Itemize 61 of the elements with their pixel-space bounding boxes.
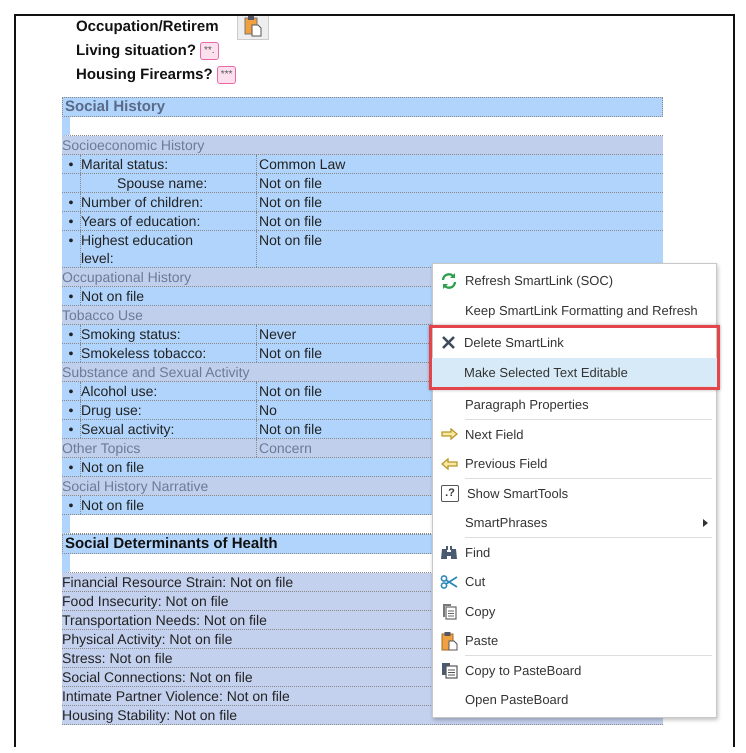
menu-item[interactable]: Make Selected Text Editable [432,358,717,387]
field-label: Years of education: [80,212,256,230]
paste-button[interactable] [237,16,269,40]
field-label: Sexual activity: [80,420,256,438]
section-heading: Occupational History [62,268,192,286]
scissors-icon [438,572,460,591]
menu-item[interactable]: Paragraph Properties [433,390,716,420]
field-value: Common Law [256,155,346,173]
section-title: Social History [62,97,663,117]
section-heading: Substance and Sexual Activity [62,363,250,381]
bullet-mark: • [68,212,74,230]
smartlist-field[interactable]: *** [216,66,236,84]
help-icon: .? [441,484,459,502]
question-label: Occupation/Retirem [76,18,219,35]
field-label: Number of children: [80,193,256,211]
field-label: Smoking status: [80,325,256,343]
section-heading: Social History Narrative [62,477,208,495]
bullet-mark: • [68,382,74,400]
menu-item[interactable]: .? Show SmartTools [433,478,716,508]
question-label: Living situation? [76,42,196,59]
column-heading: Concern [256,439,312,457]
bullet-mark: • [68,344,74,362]
bullet-mark: • [68,193,74,211]
list-item: Not on file [80,496,144,514]
field-label: Highest education level: [80,231,256,267]
bullet-mark: • [68,155,74,173]
list-item: Not on file [80,458,144,476]
bullet-mark: • [68,496,74,514]
bullet-mark: • [68,401,74,419]
bullet-mark: • [68,231,74,250]
section-heading: Tobacco Use [62,306,143,324]
field-label: Alcohol use: [80,382,256,400]
field-label: Marital status: [80,155,256,173]
field-label: Smokeless tobacco: [80,344,256,362]
field-value: Not on file [256,344,322,362]
field-value: Not on file [256,212,322,230]
smartlist-field[interactable]: **. [200,42,219,60]
section-heading: Socioeconomic History [62,136,204,154]
menu-item[interactable]: Refresh SmartLink (SOC) [433,266,716,296]
field-value: Not on file [256,420,322,438]
menu-item[interactable]: Keep SmartLink Formatting and Refresh [433,296,716,325]
field-value: Never [256,325,296,343]
field-value: Not on file [256,193,322,211]
bullet-mark: • [68,287,74,305]
field-label: Drug use: [80,401,256,419]
list-item: Not on file [80,287,144,305]
submenu-arrow-icon [703,519,708,527]
bullet-mark: • [68,325,74,343]
section-heading: Other Topics [62,439,142,457]
field-label: Spouse name: [80,174,256,192]
binoculars-icon [438,543,460,562]
field-value: Not on file [256,174,322,192]
field-value: No [256,401,277,419]
menu-item[interactable]: Previous Field [433,449,716,478]
bullet-mark: • [68,458,74,476]
question-label: Housing Firearms? [76,66,213,83]
field-value: Not on file [256,231,322,267]
menu-item[interactable]: Next Field [433,420,716,449]
menu-item[interactable]: Delete SmartLink [432,328,717,358]
bullet-mark: • [68,420,74,438]
field-value: Not on file [256,382,322,400]
